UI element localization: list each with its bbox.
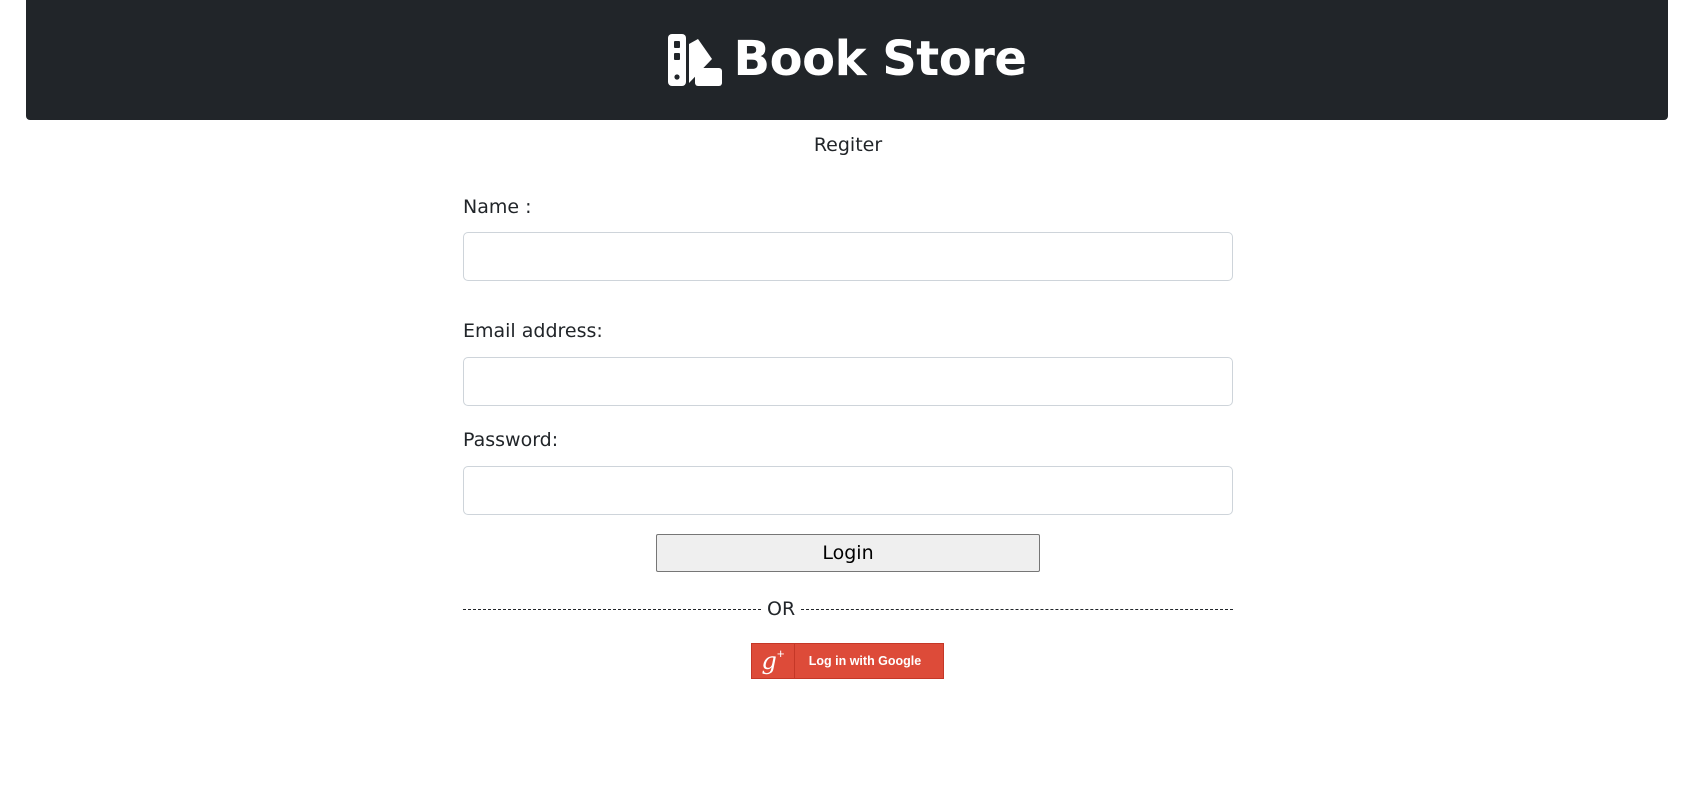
google-login-button[interactable]: g + Log in with Google — [751, 643, 944, 679]
or-text: OR — [767, 598, 796, 620]
page-subtitle: Regiter — [813, 134, 883, 156]
name-label: Name : — [463, 196, 532, 218]
google-plus-glyph: g — [761, 647, 777, 675]
google-login-label: Log in with Google — [808, 654, 922, 668]
google-plus-sign: + — [776, 645, 785, 661]
brand[interactable]: Book Store — [667, 31, 1027, 87]
separator-line-right — [801, 608, 1233, 610]
password-input[interactable] — [463, 466, 1233, 515]
email-input[interactable] — [463, 357, 1233, 406]
name-input[interactable] — [463, 232, 1233, 281]
password-label: Password: — [463, 429, 559, 451]
separator-line-left — [463, 608, 761, 610]
site-title: Book Store — [733, 31, 1027, 87]
google-plus-icon: g + — [752, 644, 795, 678]
login-button[interactable]: Login — [656, 534, 1040, 572]
navbar: Book Store — [26, 0, 1668, 120]
or-separator: OR — [463, 596, 1233, 622]
email-label: Email address: — [463, 320, 603, 342]
books-icon — [667, 34, 722, 86]
